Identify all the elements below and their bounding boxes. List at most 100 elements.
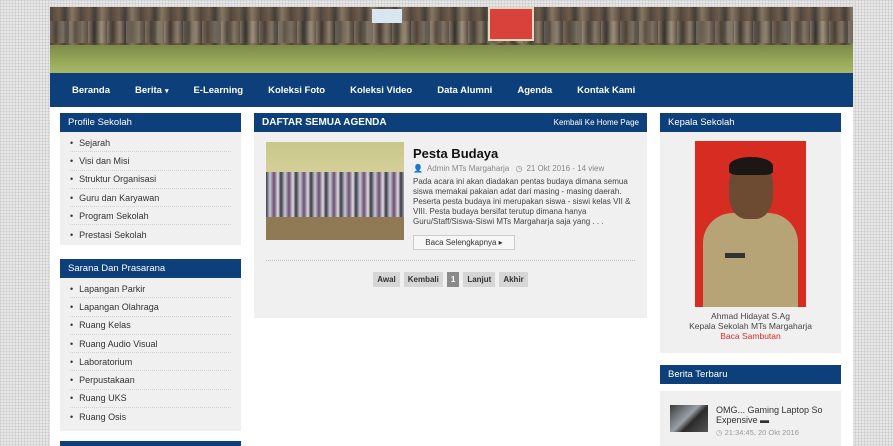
- bullet-icon: •: [70, 283, 74, 294]
- nav-label: Koleksi Video: [350, 84, 413, 96]
- banner-red-flag: [488, 7, 534, 41]
- agenda-post-meta: 👤 Admin MTs Margaharja ◷ 21 Okt 2016 - 14 …: [413, 164, 608, 173]
- bullet-icon: •: [70, 320, 74, 331]
- sidebar-item-guru[interactable]: • Guru dan Karyawan: [70, 189, 231, 208]
- photo-uniform: [703, 213, 798, 307]
- bullet-icon: •: [70, 375, 74, 386]
- sidebar-item-ruang-uks[interactable]: • Ruang UKS: [70, 390, 231, 409]
- nav-berita[interactable]: Berita ▾: [135, 85, 168, 96]
- sidebar-item-label: Ruang Osis: [79, 412, 127, 423]
- page: Beranda Berita ▾ E-Learning Koleksi Foto …: [50, 7, 853, 446]
- sarana-list: • Lapangan Parkir • Lapangan Olahraga • Rua…: [60, 278, 241, 426]
- sidebar-item-label: Prestasi Sekolah: [79, 229, 147, 240]
- sidebar-item-lapangan-olahraga[interactable]: • Lapangan Olahraga: [70, 298, 231, 317]
- nav-data-alumni[interactable]: Data Alumni: [437, 85, 492, 96]
- nav-label: Beranda: [72, 84, 111, 96]
- sidebar-item-sejarah[interactable]: • Sejarah: [70, 134, 231, 153]
- sidebar-item-perpustakaan[interactable]: • Perpustakaan: [70, 371, 231, 390]
- post-date: 21 Okt 2016 - 14 view: [526, 164, 605, 173]
- nav-label: Kontak Kami: [577, 84, 636, 96]
- agenda-panel: Pesta Budaya 👤 Admin MTs Margaharja ◷ 21 O…: [254, 132, 647, 318]
- berita-terbaru-header: Berita Terbaru: [660, 365, 841, 384]
- sidebar-item-struktur[interactable]: • Struktur Organisasi: [70, 171, 231, 189]
- back-home-link[interactable]: Kembali Ke Home Page: [554, 118, 639, 127]
- photo-hair: [729, 157, 773, 175]
- profile-sekolah-header: Profile Sekolah: [60, 113, 241, 132]
- sidebar-item-label: Struktur Organisasi: [79, 174, 157, 185]
- read-more-button[interactable]: Baca Selengkapnya ▸: [413, 235, 515, 250]
- banner-banner-cloth: [372, 9, 402, 23]
- thumbnail-floor: [266, 217, 404, 240]
- pager-first[interactable]: Awal: [373, 272, 400, 287]
- agenda-thumbnail[interactable]: [266, 142, 404, 240]
- sidebar-item-ruang-osis[interactable]: • Ruang Osis: [70, 408, 231, 426]
- news-thumbnail[interactable]: [670, 405, 708, 432]
- sarana-panel: • Lapangan Parkir • Lapangan Olahraga • Rua…: [60, 278, 241, 431]
- sidebar-item-label: Ruang UKS: [79, 393, 127, 404]
- pager-next[interactable]: Lanjut: [463, 272, 496, 287]
- sarana-header: Sarana Dan Prasarana: [60, 259, 241, 278]
- agenda-post-title[interactable]: Pesta Budaya: [413, 146, 498, 161]
- sidebar-item-laboratorium[interactable]: • Laboratorium: [70, 353, 231, 372]
- main-nav: Beranda Berita ▾ E-Learning Koleksi Foto …: [50, 73, 853, 107]
- pager-last[interactable]: Akhir: [499, 272, 528, 287]
- sidebar-item-label: Visi dan Misi: [79, 155, 130, 166]
- nav-label: Berita: [135, 84, 162, 96]
- sidebar-item-ruang-kelas[interactable]: • Ruang Kelas: [70, 317, 231, 335]
- bullet-icon: •: [70, 210, 74, 221]
- nav-koleksi-video[interactable]: Koleksi Video: [350, 85, 412, 96]
- bullet-icon: •: [70, 174, 74, 185]
- bullet-icon: •: [70, 356, 74, 367]
- sidebar-item-label: Laboratorium: [79, 356, 133, 367]
- pager-prev[interactable]: Kembali: [403, 272, 443, 287]
- sidebar-item-program[interactable]: • Program Sekolah: [70, 207, 231, 226]
- nav-kontak-kami[interactable]: Kontak Kami: [577, 85, 635, 96]
- sidebar-item-label: Program Sekolah: [79, 210, 149, 221]
- profile-sekolah-list: • Sejarah • Visi dan Misi • Struktur Organi…: [60, 132, 241, 244]
- sidebar-item-label: Ruang Kelas: [79, 320, 131, 331]
- bullet-icon: •: [70, 155, 74, 166]
- user-icon: 👤: [413, 164, 423, 173]
- bullet-icon: •: [70, 229, 74, 240]
- sidebar-item-ruang-audio-visual[interactable]: • Ruang Audio Visual: [70, 335, 231, 354]
- sidebar-item-lapangan-parkir[interactable]: • Lapangan Parkir: [70, 280, 231, 299]
- sidebar-item-visi-misi[interactable]: • Visi dan Misi: [70, 152, 231, 171]
- bullet-icon: •: [70, 301, 74, 312]
- next-section-header: [60, 441, 241, 446]
- nav-label: Koleksi Foto: [268, 84, 326, 96]
- nav-e-learning[interactable]: E-Learning: [193, 85, 243, 96]
- bullet-icon: •: [70, 192, 74, 203]
- nav-beranda[interactable]: Beranda: [72, 85, 110, 96]
- bullet-icon: •: [70, 412, 74, 423]
- nav-label: Agenda: [517, 84, 553, 96]
- sidebar-item-prestasi[interactable]: • Prestasi Sekolah: [70, 225, 231, 243]
- divider: [266, 260, 635, 261]
- baca-sambutan-link[interactable]: Baca Sambutan: [660, 331, 841, 341]
- chevron-down-icon: ▾: [164, 87, 169, 95]
- news-title-text: OMG... Gaming Laptop So Expensive: [716, 405, 823, 425]
- nav-label: E-Learning: [193, 84, 244, 96]
- clock-icon: ◷: [716, 428, 723, 437]
- sidebar-item-label: Lapangan Olahraga: [79, 301, 159, 312]
- banner-crowd-detail: [50, 21, 853, 43]
- comment-icon: ▬: [760, 415, 770, 425]
- agenda-post-excerpt: Pada acara ini akan diadakan pentas buda…: [413, 177, 631, 226]
- nav-agenda[interactable]: Agenda: [517, 85, 552, 96]
- principal-role: Kepala Sekolah MTs Margaharja: [689, 321, 812, 331]
- news-title[interactable]: OMG... Gaming Laptop So Expensive ▬: [716, 405, 834, 425]
- pager-current-page[interactable]: 1: [446, 272, 460, 287]
- news-time-text: 21:34:45, 20 Okt 2016: [724, 428, 799, 437]
- bullet-icon: •: [70, 393, 74, 404]
- sidebar-item-label: Ruang Audio Visual: [79, 338, 158, 349]
- clock-icon: ◷: [515, 164, 523, 173]
- photo-name-tag: [725, 253, 745, 258]
- profile-sekolah-panel: • Sejarah • Visi dan Misi • Struktur Organi…: [60, 132, 241, 245]
- page-title: DAFTAR SEMUA AGENDA: [262, 117, 387, 128]
- sidebar-item-label: Perpustakaan: [79, 375, 135, 386]
- news-time: ◷ 21:34:45, 20 Okt 2016: [716, 428, 799, 437]
- header-banner-image: [50, 7, 853, 73]
- nav-koleksi-foto[interactable]: Koleksi Foto: [268, 85, 325, 96]
- principal-photo: [695, 141, 806, 307]
- berita-terbaru-panel: OMG... Gaming Laptop So Expensive ▬ ◷ 21…: [660, 391, 841, 446]
- agenda-header: DAFTAR SEMUA AGENDA Kembali Ke Home Page: [254, 113, 647, 132]
